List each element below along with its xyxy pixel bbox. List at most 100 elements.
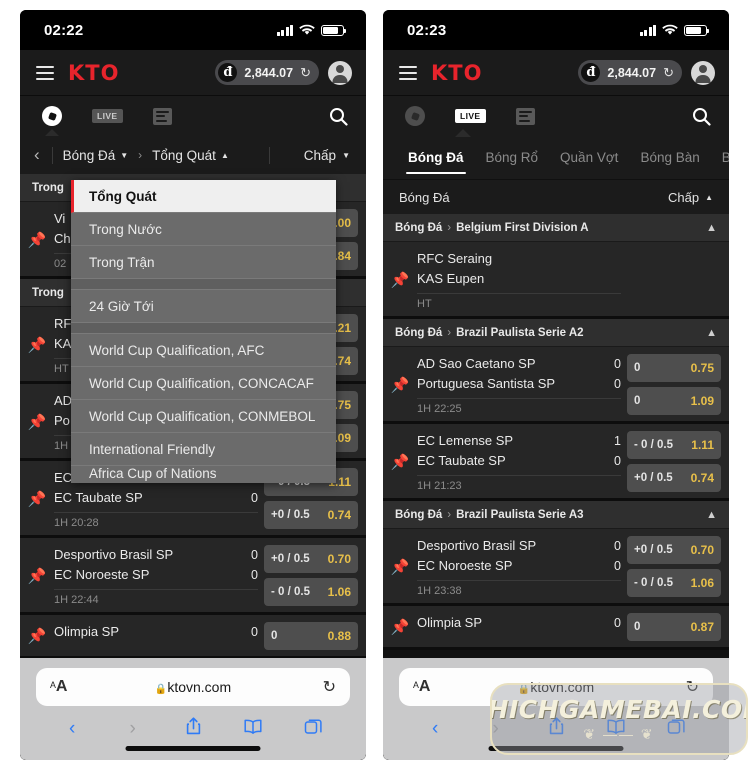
screenshot-stage: 02:22 KTO đ 2,844.07 ↻ LIVE ‹ Bóng Đá ▼ … [0, 0, 750, 769]
pin-icon[interactable]: 📌 [20, 209, 54, 270]
tab-bong-da[interactable]: Bóng Đá [397, 136, 475, 179]
dropdown-item[interactable]: Trong Nước [71, 213, 336, 246]
pin-icon[interactable]: 📌 [383, 536, 417, 597]
dropdown-item[interactable]: 24 Giờ Tới [71, 290, 336, 323]
odd-button[interactable]: - 0 / 0.5 1.06 [627, 569, 721, 597]
league-header[interactable]: Bóng Đá › Brazil Paulista Serie A2 ▲ [383, 319, 729, 347]
breadcrumb-sport[interactable]: Bóng Đá ▼ [55, 148, 136, 163]
odd-button[interactable]: 0 0.87 [627, 613, 721, 641]
odd-button[interactable]: +0 / 0.5 0.70 [264, 545, 358, 573]
tab-bong-ban[interactable]: Bóng Bàn [629, 136, 710, 179]
pin-icon[interactable]: 📌 [383, 249, 417, 310]
account-avatar-icon[interactable] [328, 60, 352, 85]
back-arrow-icon[interactable]: ‹ [405, 718, 465, 740]
chevron-up-icon[interactable]: ▲ [706, 509, 717, 521]
account-avatar-icon[interactable] [691, 60, 715, 85]
odd-button[interactable]: - 0 / 0.5 1.06 [264, 578, 358, 606]
bet-list-icon[interactable] [152, 107, 172, 125]
address-bar[interactable]: ᴬA 🔒ktovn.com ↻ [36, 668, 350, 706]
soccer-ball-icon[interactable] [42, 106, 62, 126]
refresh-icon[interactable]: ↻ [300, 66, 311, 79]
back-chevron-icon[interactable]: ‹ [30, 145, 50, 165]
dropdown-item[interactable]: World Cup Qualification, AFC [71, 334, 336, 367]
bookmarks-icon[interactable] [223, 718, 283, 741]
brand-logo[interactable]: KTO [431, 61, 482, 85]
odd-button[interactable]: 0 1.09 [627, 387, 721, 415]
match-info: AD Sao Caetano SP 0 Portuguesa Santista S… [417, 354, 627, 415]
text-size-button[interactable]: ᴬA [413, 678, 430, 696]
wifi-icon [299, 24, 315, 35]
dropdown-item[interactable]: Africa Cup of Nations [71, 466, 336, 483]
table-row[interactable]: 📌 EC Lemense SP 1 EC Taubate SP 0 1H 21:23… [383, 424, 729, 501]
dropdown-item[interactable]: Trong Trận [71, 246, 336, 279]
text-size-button[interactable]: ᴬA [50, 678, 67, 696]
hamburger-menu-icon[interactable] [36, 65, 54, 80]
chevron-up-icon[interactable]: ▲ [706, 222, 717, 234]
table-row[interactable]: 📌 AD Sao Caetano SP 0 Portuguesa Santista… [383, 347, 729, 424]
tabs-icon[interactable] [284, 717, 344, 742]
pin-icon[interactable]: 📌 [20, 314, 54, 375]
bet-list-icon[interactable] [515, 107, 535, 125]
dropdown-item[interactable]: Tổng Quát [71, 180, 336, 213]
tab-bong-ro[interactable]: Bóng Rổ [475, 136, 550, 179]
market-selector[interactable]: Chấp ▲ [668, 190, 713, 205]
pin-icon[interactable]: 📌 [20, 468, 54, 529]
currency-icon: đ [581, 63, 601, 82]
tab-bong[interactable]: Bóng [711, 136, 729, 179]
match-info: EC Lemense SP 1 EC Taubate SP 0 1H 21:23 [417, 431, 627, 492]
breadcrumb-section[interactable]: Tổng Quát ▲ [144, 148, 237, 163]
match-time: 1H 20:28 [54, 512, 258, 529]
table-row[interactable]: 📌 Desportivo Brasil SP 0 EC Noroeste SP 0 … [383, 529, 729, 606]
table-row[interactable]: 📌 Olimpia SP 0 0 0.88 [20, 615, 366, 659]
brand-logo[interactable]: KTO [68, 61, 119, 85]
market-selector[interactable]: Chấp ▼ [304, 148, 352, 163]
share-icon[interactable] [163, 716, 223, 742]
odd-button[interactable]: - 0 / 0.51.11 [627, 431, 721, 459]
reload-icon[interactable]: ↻ [323, 677, 336, 697]
chevron-up-icon: ▲ [220, 150, 229, 160]
search-icon[interactable] [692, 107, 711, 126]
hamburger-menu-icon[interactable] [399, 65, 417, 80]
refresh-icon[interactable]: ↻ [663, 66, 674, 79]
header-actions: đ 2,844.07 ↻ [578, 60, 715, 85]
league-header[interactable]: Bóng Đá › Belgium First Division A ▲ [383, 214, 729, 242]
sport-icon-bar: LIVE [383, 96, 729, 137]
odd-button[interactable]: +0 / 0.5 0.70 [627, 536, 721, 564]
back-arrow-icon[interactable]: ‹ [42, 718, 102, 740]
match-time: 1H 22:44 [54, 589, 258, 606]
league-header[interactable]: Bóng Đá › Brazil Paulista Serie A3 ▲ [383, 501, 729, 529]
market-selector-label: Chấp [303, 147, 337, 163]
pin-icon[interactable]: 📌 [383, 354, 417, 415]
wallet-balance[interactable]: đ 2,844.07 ↻ [578, 60, 682, 85]
right-phone-screenshot: 02:23 KTO đ 2,844.07 ↻ LIVE Bóng Đá Bóng… [383, 10, 729, 760]
dropdown-item[interactable]: World Cup Qualification, CONCACAF [71, 367, 336, 400]
pin-icon[interactable]: 📌 [20, 545, 54, 606]
odds-group: 0 0.75 0 1.09 [627, 354, 721, 415]
table-row[interactable]: 📌 RFC Seraing KAS Eupen HT [383, 242, 729, 319]
odd-button[interactable]: 0 0.75 [627, 354, 721, 382]
dropdown-item[interactable]: International Friendly [71, 433, 336, 466]
odd-button[interactable]: 0 0.88 [264, 622, 358, 650]
pin-icon[interactable]: 📌 [20, 391, 54, 452]
odd-button[interactable]: +0 / 0.5 0.74 [264, 501, 358, 529]
odds-group: +0 / 0.5 0.70 - 0 / 0.5 1.06 [264, 545, 358, 606]
dropdown-item[interactable]: World Cup Qualification, CONMEBOL [71, 400, 336, 433]
table-row[interactable]: 📌 Desportivo Brasil SP 0 EC Noroeste SP 0 … [20, 538, 366, 615]
chevron-up-icon[interactable]: ▲ [706, 327, 717, 339]
pin-icon[interactable]: 📌 [383, 431, 417, 492]
forward-arrow-icon[interactable]: › [102, 718, 162, 740]
wallet-balance[interactable]: đ 2,844.07 ↻ [215, 60, 319, 85]
odds-group: +0 / 0.5 0.70 - 0 / 0.5 1.06 [627, 536, 721, 597]
home-indicator [125, 746, 261, 751]
tab-quan-vot[interactable]: Quần Vợt [549, 136, 629, 179]
pin-icon[interactable]: 📌 [20, 622, 54, 650]
status-indicators [276, 24, 347, 36]
search-icon[interactable] [329, 107, 348, 126]
soccer-ball-icon[interactable] [405, 106, 425, 126]
pin-icon[interactable]: 📌 [383, 613, 417, 641]
live-tab-icon[interactable]: LIVE [92, 109, 123, 123]
odd-button[interactable]: +0 / 0.5 0.74 [627, 464, 721, 492]
section-dropdown-menu[interactable]: Tổng Quát Trong Nước Trong Trận 24 Giờ T… [71, 180, 336, 483]
live-tab-icon[interactable]: LIVE [455, 109, 486, 123]
table-row[interactable]: 📌 Olimpia SP 0 0 0.87 [383, 606, 729, 650]
